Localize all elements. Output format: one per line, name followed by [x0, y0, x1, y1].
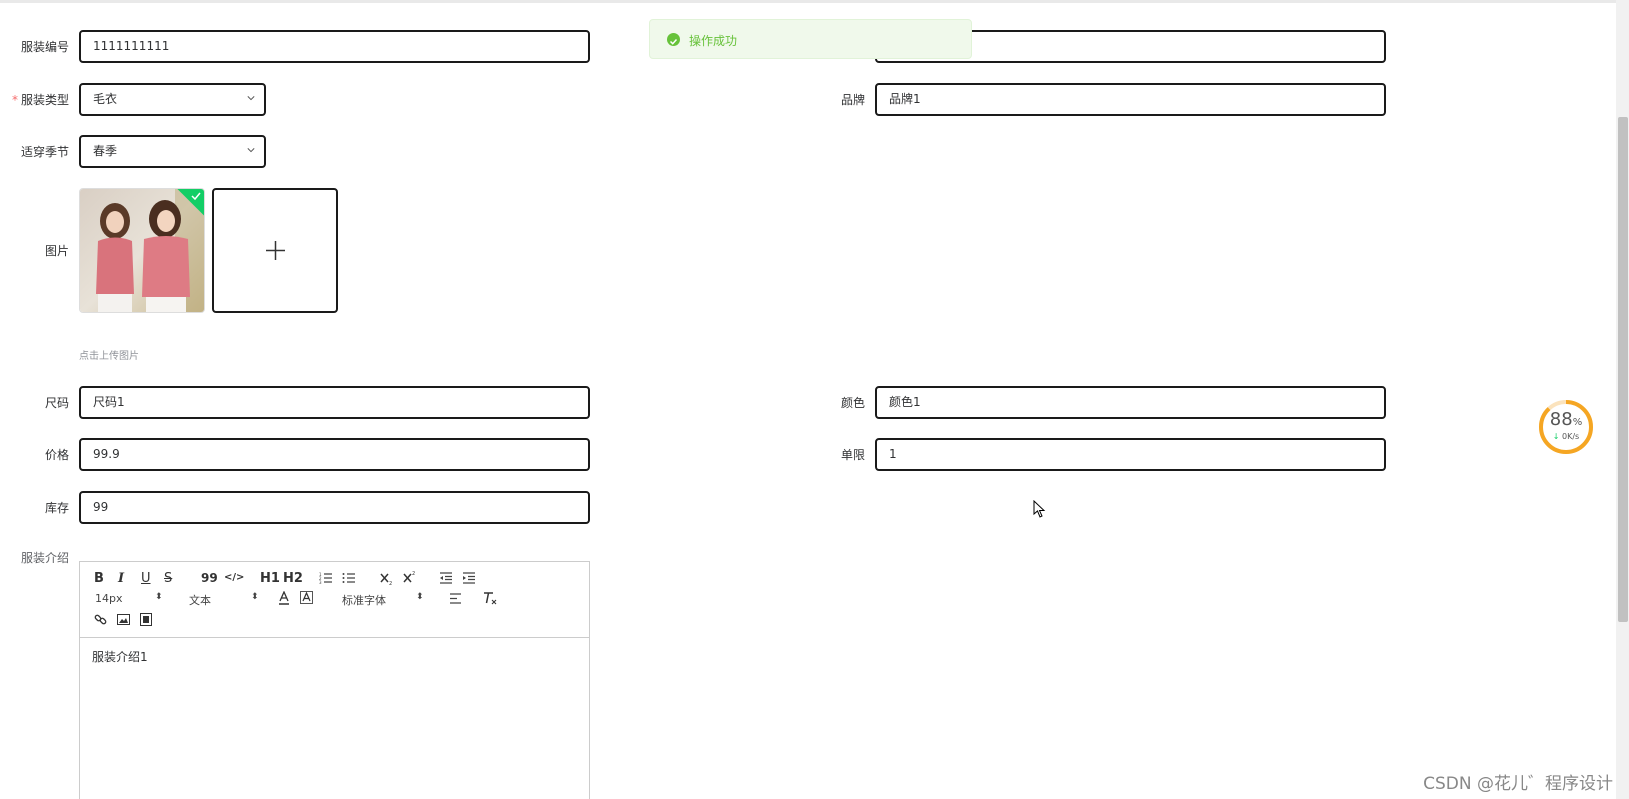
- down-arrow-icon: ↓: [1552, 432, 1560, 441]
- scrollbar-thumb[interactable]: [1618, 117, 1628, 622]
- limit-input[interactable]: 1: [875, 438, 1386, 471]
- italic-button[interactable]: I: [118, 571, 124, 586]
- brand-label: 品牌: [841, 93, 866, 107]
- outdent-icon[interactable]: [439, 572, 453, 584]
- description-label: 服装介绍: [21, 551, 70, 565]
- underline-button[interactable]: U: [141, 571, 151, 586]
- garment-type-label-text: 服装类型: [21, 93, 70, 107]
- background-color-icon[interactable]: [300, 591, 313, 605]
- price-label: 价格: [45, 448, 70, 462]
- meter-speed: ↓ 0K/s: [1552, 432, 1580, 441]
- bold-button[interactable]: B: [94, 571, 104, 586]
- price-input[interactable]: 99.9: [79, 438, 590, 471]
- size-label: 尺码: [45, 396, 70, 410]
- link-icon[interactable]: [94, 613, 107, 626]
- header-value: 文本: [189, 594, 211, 607]
- stock-input[interactable]: 99: [79, 491, 590, 524]
- color-label: 颜色: [841, 396, 866, 410]
- season-select[interactable]: 春季: [79, 135, 266, 168]
- limit-label: 单限: [841, 448, 866, 462]
- strike-button[interactable]: S: [164, 571, 172, 586]
- brand-input[interactable]: 品牌1: [875, 83, 1386, 116]
- image-label: 图片: [45, 244, 70, 258]
- required-mark: *: [12, 93, 18, 107]
- image-icon[interactable]: [117, 614, 130, 625]
- header-picker[interactable]: 文本 ⬍: [189, 592, 261, 607]
- mouse-cursor-icon: [1033, 500, 1046, 518]
- rich-text-editor: B I U S 99 </> H1 H2 123 2 2 14px ⬍ 文本 ⬍…: [79, 561, 590, 799]
- updown-icon: ⬍: [416, 592, 424, 602]
- updown-icon: ⬍: [155, 592, 163, 602]
- garment-type-label: * 服装类型: [12, 83, 69, 117]
- chevron-down-icon: [247, 96, 255, 101]
- updown-icon: ⬍: [251, 592, 259, 602]
- svg-text:2: 2: [389, 581, 392, 585]
- video-icon[interactable]: [140, 613, 152, 626]
- size-input[interactable]: 尺码1: [79, 386, 590, 419]
- success-check-icon: [667, 33, 680, 46]
- upload-tip: 点击上传图片: [79, 351, 139, 362]
- toast-message: 操作成功: [689, 34, 738, 48]
- subscript-icon[interactable]: 2: [380, 572, 394, 585]
- garment-photo: [80, 189, 204, 312]
- chevron-down-icon: [247, 148, 255, 153]
- garment-type-value: 毛衣: [93, 92, 118, 106]
- ordered-list-icon[interactable]: 123: [319, 572, 333, 584]
- svg-text:2: 2: [412, 571, 415, 577]
- font-color-icon[interactable]: [278, 591, 290, 605]
- code-button[interactable]: </>: [224, 572, 244, 583]
- indent-icon[interactable]: [462, 572, 476, 584]
- uploaded-image-thumbnail[interactable]: [79, 188, 205, 313]
- editor-toolbar: B I U S 99 </> H1 H2 123 2 2 14px ⬍ 文本 ⬍…: [80, 562, 589, 638]
- font-family-picker[interactable]: 标准字体 ⬍: [342, 592, 426, 607]
- success-toast: 操作成功: [649, 19, 972, 59]
- garment-type-select[interactable]: 毛衣: [79, 83, 266, 116]
- check-icon: [191, 192, 201, 201]
- editor-content[interactable]: 服装介绍1: [92, 648, 148, 665]
- font-family-value: 标准字体: [342, 594, 386, 607]
- upload-image-button[interactable]: [212, 188, 338, 313]
- svg-text:3: 3: [319, 580, 322, 584]
- stock-label: 库存: [45, 501, 70, 515]
- top-border: [0, 0, 1629, 3]
- garment-code-input[interactable]: 1111111111: [79, 30, 590, 63]
- meter-percent: 88%: [1549, 409, 1583, 430]
- h1-button[interactable]: H1: [260, 571, 280, 586]
- garment-code-label: 服装编号: [21, 40, 70, 54]
- clear-format-icon[interactable]: [483, 591, 497, 605]
- font-size-value: 14px: [95, 592, 123, 605]
- superscript-icon[interactable]: 2: [403, 570, 417, 583]
- season-value: 春季: [93, 144, 118, 158]
- color-input[interactable]: 颜色1: [875, 386, 1386, 419]
- season-label: 适穿季节: [21, 145, 70, 159]
- plus-icon: [266, 241, 285, 260]
- align-icon[interactable]: [449, 593, 462, 604]
- font-size-picker[interactable]: 14px ⬍: [95, 592, 165, 606]
- h2-button[interactable]: H2: [283, 571, 303, 586]
- watermark: CSDN @花儿゛程序设计: [1423, 774, 1613, 794]
- download-speed-meter[interactable]: 88% ↓ 0K/s: [1538, 399, 1594, 455]
- bullet-list-icon[interactable]: [342, 572, 356, 584]
- quote-button[interactable]: 99: [201, 571, 218, 585]
